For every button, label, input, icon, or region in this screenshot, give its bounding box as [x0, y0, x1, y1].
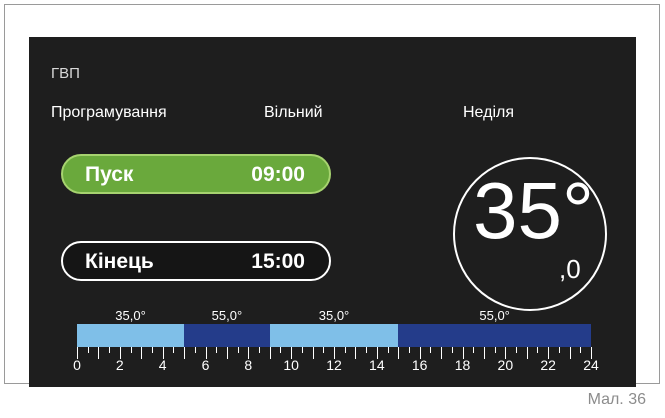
major-tick [141, 347, 143, 359]
start-label: Пуск [85, 163, 134, 186]
segment-temperature-label: 35,0° [115, 308, 146, 323]
minor-tick [173, 347, 175, 353]
major-tick [269, 347, 271, 359]
day-label: Неділя [463, 104, 514, 121]
start-time: 09:00 [251, 163, 305, 186]
major-tick [312, 347, 314, 359]
major-tick [569, 347, 571, 359]
hour-label: 22 [540, 357, 556, 373]
minor-tick [130, 347, 132, 353]
mode-label: Програмування [51, 104, 167, 121]
hour-label: 0 [73, 357, 81, 373]
hour-label: 2 [115, 357, 124, 373]
hour-label: 8 [244, 357, 253, 373]
major-tick [398, 347, 400, 359]
minor-tick [301, 347, 303, 353]
end-label: Кінець [85, 250, 154, 273]
major-tick [441, 347, 443, 359]
display-screen: ГВП Програмування Вільний Неділя Пуск 09… [29, 37, 636, 387]
temperature-dial[interactable]: 35° ,0 [453, 157, 607, 311]
hour-label: 24 [583, 357, 599, 373]
schedule-segment[interactable] [77, 324, 185, 347]
minor-tick [87, 347, 89, 353]
status-label: Вільний [264, 104, 323, 121]
minor-tick [516, 347, 518, 353]
schedule-segment[interactable] [184, 324, 270, 347]
major-tick [526, 347, 528, 359]
hour-label: 16 [411, 357, 428, 373]
minor-tick [259, 347, 261, 353]
hour-label: 20 [497, 357, 514, 373]
major-tick [483, 347, 485, 359]
major-tick [184, 347, 186, 359]
schedule-segment[interactable] [269, 324, 399, 347]
minor-tick [194, 347, 196, 353]
minor-tick [387, 347, 389, 353]
major-tick [98, 347, 100, 359]
minor-tick [580, 347, 582, 353]
minor-tick [537, 347, 539, 353]
minor-tick [344, 347, 346, 353]
segment-temperature-label: 35,0° [318, 308, 350, 323]
minor-tick [366, 347, 368, 353]
minor-tick [558, 347, 560, 353]
minor-tick [237, 347, 239, 353]
hour-label: 14 [369, 357, 385, 373]
minor-tick [323, 347, 325, 353]
minor-tick [451, 347, 453, 353]
minor-tick [109, 347, 111, 353]
schedule-segment[interactable] [398, 324, 591, 347]
temperature-integer: 35° [473, 166, 594, 255]
end-time: 15:00 [251, 250, 305, 273]
figure-caption: Мал. 36 [587, 391, 646, 408]
minor-tick [280, 347, 282, 353]
minor-tick [151, 347, 153, 353]
hour-label: 10 [283, 357, 299, 373]
end-time-button[interactable]: Кінець 15:00 [61, 241, 331, 281]
segment-temperature-label: 55,0° [211, 308, 243, 323]
hour-label: 4 [158, 357, 167, 373]
hour-label: 18 [454, 357, 471, 373]
minor-tick [430, 347, 432, 353]
hour-label: 6 [201, 357, 210, 373]
hour-label: 12 [326, 357, 342, 373]
minor-tick [408, 347, 410, 353]
minor-tick [494, 347, 496, 353]
screen-title: ГВП [51, 65, 80, 82]
major-tick [355, 347, 357, 359]
start-time-button[interactable]: Пуск 09:00 [61, 154, 331, 194]
major-tick [226, 347, 228, 359]
minor-tick [473, 347, 475, 353]
segment-temperature-label: 55,0° [479, 308, 510, 323]
temperature-decimal: ,0 [559, 254, 581, 284]
minor-tick [216, 347, 218, 353]
